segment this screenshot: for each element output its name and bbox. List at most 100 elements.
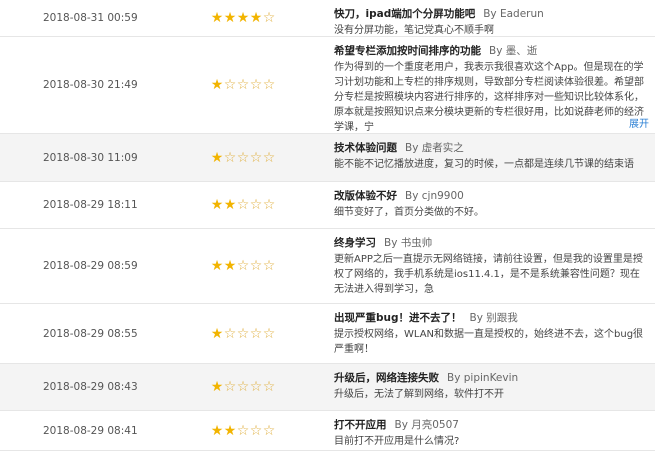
star-empty-icon: ☆ — [262, 422, 276, 439]
star-empty-icon: ☆ — [236, 325, 250, 342]
review-title: 出现严重bug！进不去了！ — [334, 312, 462, 324]
review-title: 技术体验问题 — [334, 142, 397, 154]
review-body: 打不开应用 By 月亮0507 目前打不开应用是什么情况? — [334, 411, 655, 450]
review-row: 2018-08-30 11:09 ★ ☆ ☆ ☆ ☆ 技术体验问题 By 虚者实之能不能不记忆… — [0, 134, 655, 182]
review-content: 作为得到的一个重度老用户，我表示我很喜欢这个App。但是现在的学习计划功能和上专… — [334, 62, 644, 133]
star-rating: ★ ★ ☆ ☆ ☆ — [210, 229, 334, 303]
review-date: 2018-08-30 11:09 — [43, 151, 138, 164]
review-date: 2018-08-29 08:59 — [43, 260, 138, 272]
star-empty-icon: ☆ — [249, 422, 263, 439]
star-empty-icon: ☆ — [262, 325, 276, 342]
star-empty-icon: ☆ — [262, 258, 276, 274]
review-body: 技术体验问题 By 虚者实之能不能不记忆播放进度，复习的时候，一点都是连续几节课的… — [334, 134, 655, 181]
star-empty-icon: ☆ — [262, 10, 276, 26]
review-date: 2018-08-29 08:41 — [43, 424, 138, 437]
star-empty-icon: ☆ — [249, 325, 263, 342]
review-row: 2018-08-30 21:49 ★ ☆ ☆ ☆ ☆ 希望专栏添加按时间排序的功能 By 墨、… — [0, 37, 655, 134]
review-title: 升级后，网络连接失败 — [334, 372, 439, 384]
star-filled-icon: ★ — [210, 149, 224, 166]
review-author: By 别跟我 — [469, 312, 518, 324]
star-filled-icon: ★ — [223, 422, 237, 439]
review-author: By Eaderun — [483, 8, 544, 20]
star-filled-icon: ★ — [210, 379, 224, 395]
review-content: 能不能不记忆播放进度，复习的时候，一点都是连续几节课的结束语 — [334, 159, 634, 170]
review-row: 2018-08-31 00:59 ★ ★ ★ ★ ☆ 快刀，ipad端加个分屏功能吧 By E… — [0, 0, 655, 37]
star-empty-icon: ☆ — [236, 149, 250, 166]
star-empty-icon: ☆ — [223, 149, 237, 166]
review-body: 改版体验不好 By cjn9900 细节变好了，首页分类做的不好。 — [334, 182, 655, 228]
star-empty-icon: ☆ — [262, 197, 276, 213]
star-empty-icon: ☆ — [223, 379, 237, 395]
star-rating: ★ ☆ ☆ ☆ ☆ — [210, 37, 334, 133]
star-filled-icon: ★ — [249, 10, 263, 26]
review-title-line: 打不开应用 By 月亮0507 — [334, 417, 649, 433]
star-rating: ★ ★ ☆ ☆ ☆ — [210, 182, 334, 228]
review-author: By 书虫帅 — [384, 237, 433, 249]
review-body: 终身学习 By 书虫帅更新APP之后一直提示无网络链接，请前往设置，但是我的设置里… — [334, 229, 655, 303]
review-list: 2018-08-31 00:59 ★ ★ ★ ★ ☆ 快刀，ipad端加个分屏功能吧 By E… — [0, 0, 655, 451]
review-row: 2018-08-29 08:59 ★ ★ ☆ ☆ ☆ 终身学习 By 书虫帅 更新APP之后一直… — [0, 229, 655, 304]
star-empty-icon: ☆ — [262, 379, 276, 395]
review-body: 快刀，ipad端加个分屏功能吧 By Eaderun 没有分屏功能，笔记党真心不顺手… — [334, 0, 655, 36]
review-content: 目前打不开应用是什么情况? — [334, 436, 460, 447]
star-filled-icon: ★ — [236, 10, 250, 26]
star-empty-icon: ☆ — [249, 258, 263, 274]
star-filled-icon: ★ — [210, 10, 224, 26]
review-row: 2018-08-29 08:55 ★ ☆ ☆ ☆ ☆ 出现严重bug！进不去了！ By 别跟我… — [0, 304, 655, 364]
review-title: 快刀，ipad端加个分屏功能吧 — [334, 8, 476, 20]
star-filled-icon: ★ — [223, 197, 237, 213]
review-content: 升级后，无法了解到网络，软件打不开 — [334, 389, 504, 400]
review-date: 2018-08-31 00:59 — [43, 12, 138, 24]
star-empty-icon: ☆ — [249, 149, 263, 166]
star-empty-icon: ☆ — [223, 77, 237, 93]
star-filled-icon: ★ — [210, 422, 224, 439]
review-title-line: 升级后，网络连接失败 By pipinKevin — [334, 370, 649, 386]
review-title-line: 希望专栏添加按时间排序的功能 By 墨、逝 — [334, 43, 649, 59]
review-date: 2018-08-29 08:43 — [43, 381, 138, 393]
review-title: 希望专栏添加按时间排序的功能 — [334, 45, 481, 57]
star-empty-icon: ☆ — [249, 77, 263, 93]
star-empty-icon: ☆ — [236, 379, 250, 395]
review-title: 改版体验不好 — [334, 190, 397, 202]
star-empty-icon: ☆ — [236, 77, 250, 93]
review-content: 提示授权网络，WLAN和数据一直是授权的，始终进不去，这个bug很严重啊！ — [334, 329, 644, 355]
expand-link[interactable]: 展开 — [629, 115, 649, 130]
star-filled-icon: ★ — [210, 325, 224, 342]
review-date: 2018-08-29 18:11 — [43, 199, 138, 211]
review-author: By pipinKevin — [447, 372, 519, 384]
review-body: 出现严重bug！进不去了！ By 别跟我提示授权网络，WLAN和数据一直是授权的，… — [334, 304, 655, 363]
star-empty-icon: ☆ — [223, 325, 237, 342]
review-author: By 墨、逝 — [489, 45, 538, 57]
star-rating: ★ ☆ ☆ ☆ ☆ — [210, 134, 334, 181]
review-content: 细节变好了，首页分类做的不好。 — [334, 207, 484, 218]
review-row: 2018-08-29 18:11 ★ ★ ☆ ☆ ☆ 改版体验不好 By cjn9900 细节变… — [0, 182, 655, 229]
star-filled-icon: ★ — [210, 197, 224, 213]
star-filled-icon: ★ — [223, 258, 237, 274]
star-rating: ★ ★ ☆ ☆ ☆ — [210, 411, 334, 450]
star-empty-icon: ☆ — [262, 77, 276, 93]
review-title-line: 改版体验不好 By cjn9900 — [334, 188, 649, 204]
star-empty-icon: ☆ — [236, 258, 250, 274]
star-filled-icon: ★ — [210, 258, 224, 274]
review-row: 2018-08-29 08:41 ★ ★ ☆ ☆ ☆ 打不开应用 By 月亮0507 目前打不开… — [0, 411, 655, 451]
review-author: By 月亮0507 — [394, 419, 459, 431]
star-filled-icon: ★ — [210, 77, 224, 93]
review-title-line: 快刀，ipad端加个分屏功能吧 By Eaderun — [334, 6, 649, 22]
star-filled-icon: ★ — [223, 10, 237, 26]
review-body: 升级后，网络连接失败 By pipinKevin 升级后，无法了解到网络，软件打不开 — [334, 364, 655, 410]
review-content: 更新APP之后一直提示无网络链接，请前往设置，但是我的设置里是授权了网络的，我手… — [334, 254, 643, 295]
review-date: 2018-08-30 21:49 — [43, 79, 138, 91]
review-title: 打不开应用 — [334, 419, 387, 431]
review-title-line: 终身学习 By 书虫帅 — [334, 235, 649, 251]
star-empty-icon: ☆ — [249, 379, 263, 395]
review-content: 没有分屏功能，笔记党真心不顺手啊 — [334, 25, 494, 36]
star-rating: ★ ☆ ☆ ☆ ☆ — [210, 364, 334, 410]
review-body: 希望专栏添加按时间排序的功能 By 墨、逝作为得到的一个重度老用户，我表示我很喜欢… — [334, 37, 655, 133]
star-empty-icon: ☆ — [236, 197, 250, 213]
star-empty-icon: ☆ — [249, 197, 263, 213]
star-rating: ★ ☆ ☆ ☆ ☆ — [210, 304, 334, 363]
review-author: By 虚者实之 — [405, 142, 464, 154]
star-empty-icon: ☆ — [236, 422, 250, 439]
review-title-line: 出现严重bug！进不去了！ By 别跟我 — [334, 310, 649, 326]
review-date: 2018-08-29 08:55 — [43, 327, 138, 340]
